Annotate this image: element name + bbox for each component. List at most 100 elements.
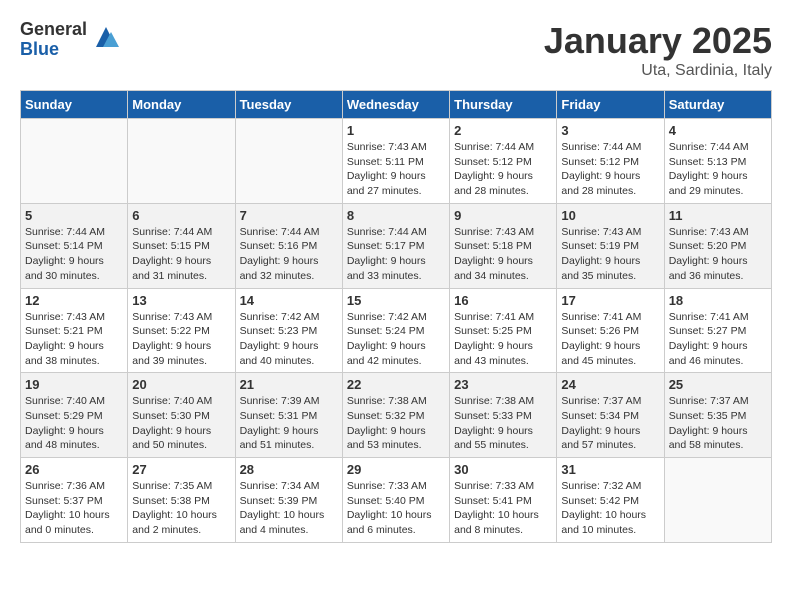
day-number: 19 [25,377,123,392]
weekday-header-saturday: Saturday [664,91,771,119]
day-number: 15 [347,293,445,308]
calendar-body: 1Sunrise: 7:43 AM Sunset: 5:11 PM Daylig… [21,119,772,543]
logo-icon [91,22,121,57]
calendar-day-10: 10Sunrise: 7:43 AM Sunset: 5:19 PM Dayli… [557,203,664,288]
day-number: 31 [561,462,659,477]
calendar-week-row: 1Sunrise: 7:43 AM Sunset: 5:11 PM Daylig… [21,119,772,204]
day-number: 28 [240,462,338,477]
calendar-day-24: 24 Sunrise: 7:37 AM Sunset: 5:34 PM Dayli… [557,373,664,458]
logo-blue-text: Blue [20,40,87,60]
day-info: Sunrise: 7:41 AM Sunset: 5:27 PM Dayligh… [669,310,767,369]
day-info: Sunrise: 7:39 AM Sunset: 5:31 PM Dayligh… [240,394,338,453]
calendar-week-row: 19 Sunrise: 7:40 AM Sunset: 5:29 PM Dayli… [21,373,772,458]
day-number: 7 [240,208,338,223]
calendar-day-22: 22 Sunrise: 7:38 AM Sunset: 5:32 PM Dayli… [342,373,449,458]
calendar-week-row: 12 Sunrise: 7:43 AM Sunset: 5:21 PM Dayli… [21,288,772,373]
day-number: 3 [561,123,659,138]
day-number: 11 [669,208,767,223]
day-number: 2 [454,123,552,138]
page-header: General Blue January 2025 Uta, Sardinia,… [20,20,772,80]
month-title: January 2025 [544,20,772,62]
day-info: Sunrise: 7:42 AM Sunset: 5:23 PM Dayligh… [240,310,338,369]
weekday-header-tuesday: Tuesday [235,91,342,119]
day-info: Sunrise: 7:41 AM Sunset: 5:26 PM Dayligh… [561,310,659,369]
day-number: 24 [561,377,659,392]
weekday-header-sunday: Sunday [21,91,128,119]
calendar-day-2: 2 Sunrise: 7:44 AM Sunset: 5:12 PM Daylig… [450,119,557,204]
day-number: 6 [132,208,230,223]
day-number: 23 [454,377,552,392]
calendar-day-12: 12 Sunrise: 7:43 AM Sunset: 5:21 PM Dayli… [21,288,128,373]
calendar-day-5: 5 Sunrise: 7:44 AM Sunset: 5:14 PM Daylig… [21,203,128,288]
day-info: Sunrise: 7:33 AM Sunset: 5:40 PM Dayligh… [347,479,445,538]
day-info: Sunrise: 7:44 AM Sunset: 5:16 PM Dayligh… [240,225,338,284]
day-number: 18 [669,293,767,308]
day-info: Sunrise: 7:33 AM Sunset: 5:41 PM Dayligh… [454,479,552,538]
calendar-day-7: 7 Sunrise: 7:44 AM Sunset: 5:16 PM Daylig… [235,203,342,288]
day-info: Sunrise: 7:44 AM Sunset: 5:12 PM Dayligh… [454,140,552,199]
day-info: Sunrise: 7:43 AM Sunset: 5:21 PM Dayligh… [25,310,123,369]
day-info: Sunrise: 7:44 AM Sunset: 5:12 PM Dayligh… [561,140,659,199]
calendar-day-empty [235,119,342,204]
day-number: 8 [347,208,445,223]
calendar-day-17: 17 Sunrise: 7:41 AM Sunset: 5:26 PM Dayli… [557,288,664,373]
day-number: 17 [561,293,659,308]
day-info: Sunrise: 7:32 AM Sunset: 5:42 PM Dayligh… [561,479,659,538]
day-number: 27 [132,462,230,477]
calendar-day-8: 8Sunrise: 7:44 AM Sunset: 5:17 PM Daylig… [342,203,449,288]
calendar-day-9: 9Sunrise: 7:43 AM Sunset: 5:18 PM Daylig… [450,203,557,288]
day-info: Sunrise: 7:35 AM Sunset: 5:38 PM Dayligh… [132,479,230,538]
day-number: 22 [347,377,445,392]
day-number: 25 [669,377,767,392]
calendar-day-30: 30Sunrise: 7:33 AM Sunset: 5:41 PM Dayli… [450,458,557,543]
calendar-day-18: 18 Sunrise: 7:41 AM Sunset: 5:27 PM Dayli… [664,288,771,373]
location-title: Uta, Sardinia, Italy [544,62,772,80]
day-info: Sunrise: 7:38 AM Sunset: 5:33 PM Dayligh… [454,394,552,453]
day-info: Sunrise: 7:36 AM Sunset: 5:37 PM Dayligh… [25,479,123,538]
calendar-week-row: 5 Sunrise: 7:44 AM Sunset: 5:14 PM Daylig… [21,203,772,288]
day-number: 21 [240,377,338,392]
day-info: Sunrise: 7:37 AM Sunset: 5:35 PM Dayligh… [669,394,767,453]
day-info: Sunrise: 7:38 AM Sunset: 5:32 PM Dayligh… [347,394,445,453]
calendar-day-20: 20Sunrise: 7:40 AM Sunset: 5:30 PM Dayli… [128,373,235,458]
day-info: Sunrise: 7:41 AM Sunset: 5:25 PM Dayligh… [454,310,552,369]
day-number: 5 [25,208,123,223]
calendar-day-27: 27 Sunrise: 7:35 AM Sunset: 5:38 PM Dayli… [128,458,235,543]
calendar-day-19: 19 Sunrise: 7:40 AM Sunset: 5:29 PM Dayli… [21,373,128,458]
day-info: Sunrise: 7:37 AM Sunset: 5:34 PM Dayligh… [561,394,659,453]
calendar-day-28: 28 Sunrise: 7:34 AM Sunset: 5:39 PM Dayli… [235,458,342,543]
day-number: 1 [347,123,445,138]
day-info: Sunrise: 7:43 AM Sunset: 5:22 PM Dayligh… [132,310,230,369]
calendar-day-empty [664,458,771,543]
day-number: 10 [561,208,659,223]
day-number: 9 [454,208,552,223]
day-number: 4 [669,123,767,138]
day-info: Sunrise: 7:44 AM Sunset: 5:13 PM Dayligh… [669,140,767,199]
calendar-day-1: 1Sunrise: 7:43 AM Sunset: 5:11 PM Daylig… [342,119,449,204]
day-info: Sunrise: 7:44 AM Sunset: 5:15 PM Dayligh… [132,225,230,284]
day-info: Sunrise: 7:43 AM Sunset: 5:20 PM Dayligh… [669,225,767,284]
day-number: 12 [25,293,123,308]
calendar-header-row: SundayMondayTuesdayWednesdayThursdayFrid… [21,91,772,119]
calendar-day-16: 16Sunrise: 7:41 AM Sunset: 5:25 PM Dayli… [450,288,557,373]
day-number: 20 [132,377,230,392]
day-number: 13 [132,293,230,308]
day-number: 29 [347,462,445,477]
calendar-day-15: 15 Sunrise: 7:42 AM Sunset: 5:24 PM Dayli… [342,288,449,373]
logo: General Blue [20,20,121,60]
day-info: Sunrise: 7:34 AM Sunset: 5:39 PM Dayligh… [240,479,338,538]
day-number: 26 [25,462,123,477]
calendar-day-13: 13 Sunrise: 7:43 AM Sunset: 5:22 PM Dayli… [128,288,235,373]
day-info: Sunrise: 7:42 AM Sunset: 5:24 PM Dayligh… [347,310,445,369]
logo-general-text: General [20,20,87,40]
calendar-day-6: 6 Sunrise: 7:44 AM Sunset: 5:15 PM Daylig… [128,203,235,288]
calendar-day-14: 14Sunrise: 7:42 AM Sunset: 5:23 PM Dayli… [235,288,342,373]
weekday-header-monday: Monday [128,91,235,119]
calendar-day-3: 3 Sunrise: 7:44 AM Sunset: 5:12 PM Daylig… [557,119,664,204]
calendar-day-11: 11 Sunrise: 7:43 AM Sunset: 5:20 PM Dayli… [664,203,771,288]
calendar-day-4: 4 Sunrise: 7:44 AM Sunset: 5:13 PM Daylig… [664,119,771,204]
day-info: Sunrise: 7:40 AM Sunset: 5:29 PM Dayligh… [25,394,123,453]
weekday-header-friday: Friday [557,91,664,119]
day-info: Sunrise: 7:44 AM Sunset: 5:14 PM Dayligh… [25,225,123,284]
calendar-week-row: 26 Sunrise: 7:36 AM Sunset: 5:37 PM Dayli… [21,458,772,543]
